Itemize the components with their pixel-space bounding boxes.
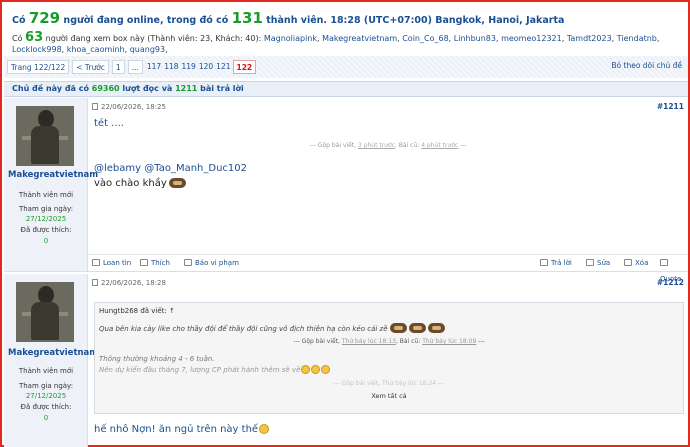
quote-merge-notice: --- Gộp bài viết, Thứ bảy lúc 18:24 --- [333,380,445,387]
prev-page-button[interactable]: < Trước [72,60,109,74]
viewer-link[interactable]: khoa_caominh [67,45,125,54]
viewer-link[interactable]: quang93 [130,45,165,54]
quote-line: Nên dự kiến đầu tháng 7, lượng CP phát h… [99,365,679,374]
smile-icon [321,365,331,374]
unfollow-thread-link[interactable]: Bỏ theo dõi chủ đề [611,61,682,70]
page-indicator: Trang 122/122 [7,60,70,74]
delete-button[interactable]: Xóa [624,255,648,271]
user-title: Thành viên mới [18,367,74,375]
join-date-label: Tham gia ngày: [18,382,74,390]
grin-icon [259,424,270,434]
thread-stats: Chủ đề này đã có 69360 lượt đọc và 1211 … [4,81,688,97]
post-1211: Makegreatvietnam Thành viên mới Tham gia… [4,98,688,283]
page-link[interactable]: 121 [215,60,231,74]
join-date: 27/12/2025 [25,215,67,223]
post-text: tét .... [94,118,124,129]
viewer-link[interactable]: Locklock998 [12,45,62,54]
post-text-line: hế nhô Nợn! ăn ngủ trên này thế [94,424,270,435]
likes-label: Đã được thích: [20,226,72,234]
page-jump-button[interactable]: ... [127,60,143,74]
warning-icon [184,259,192,266]
post-date: 22/06/2026, 18:25 [101,103,166,111]
likes-label: Đã được thích: [20,403,72,411]
viewer-link[interactable]: Linhbun83 [454,34,496,43]
viewer-link[interactable]: meomeo12321 [501,34,562,43]
emoticon-icon [389,323,407,333]
avatar[interactable] [16,106,74,166]
smile-icon [301,365,311,374]
likes-count: 0 [43,237,49,245]
quote-line: Thông thường khoảng 4 - 6 tuần. [99,355,215,363]
post-icon [92,279,98,286]
reply-icon [540,259,548,266]
current-page[interactable]: 122 [232,60,257,74]
thumbs-up-icon [140,259,148,266]
quote-merge-notice: --- Gộp bài viết, Thứ bảy lúc 18:13, Bài… [293,338,485,345]
report-button[interactable]: Báo vi phạm [184,255,239,271]
like-button[interactable]: Thích [140,255,170,271]
quote-block: Hungtb268 đã viết: ↑ Qua bên kia cày lik… [94,302,684,414]
viewer-link[interactable]: Tiendatnb [617,34,657,43]
page-link[interactable]: 118 [163,60,179,74]
merge-notice: --- Gộp bài viết, 3 phút trước, Bài cũ: … [309,142,467,149]
post-1212: Makegreatvietnam Thành viên mới Tham gia… [4,274,688,447]
post-header: 22/06/2026, 18:28 #1212 [92,276,684,290]
edit-button[interactable]: Sửa [586,255,610,271]
share-button[interactable]: Loan tin [92,255,131,271]
scissors-icon [586,259,594,266]
post-actions: Loan tin Thích Báo vi phạm Trả lời Sửa X… [88,254,688,283]
viewer-link[interactable]: Coin_Co_68 [402,34,448,43]
emoticon-icon [427,323,445,333]
see-all-link[interactable]: Xem tất cả [99,392,679,400]
quote-line: Qua bên kia cày like cho thầy đội để thầ… [99,323,679,333]
post-icon [92,103,98,110]
post-date: 22/06/2026, 18:28 [101,279,166,287]
user-info-panel: Makegreatvietnam Thành viên mới Tham gia… [4,98,98,271]
page-navigation: Trang 122/122 < Trước 1 ... 117 118 119 … [4,56,688,78]
quote-icon [660,259,668,266]
viewer-link[interactable]: Tamdt2023 [567,34,612,43]
page-link[interactable]: 120 [198,60,214,74]
post-text-line: vào chào khầy [94,178,186,189]
emoticon-icon [408,323,426,333]
post-number-link[interactable]: #1212 [657,276,684,290]
online-members-count: 131 [231,9,263,27]
speaker-icon [92,259,100,266]
join-date: 27/12/2025 [25,392,67,400]
join-date-label: Tham gia ngày: [18,205,74,213]
post-header: 22/06/2026, 18:25 #1211 [92,100,684,114]
emoticon-icon [168,178,186,188]
quote-author[interactable]: Hungtb268 đã viết: ↑ [99,307,679,315]
online-summary: Có 729 người đang online, trong đó có 13… [12,9,565,27]
online-panel: Có 729 người đang online, trong đó có 13… [4,4,688,65]
avatar[interactable] [16,282,74,342]
viewer-link[interactable]: Makegreatvietnam [322,34,397,43]
smile-icon [311,365,321,374]
viewer-link[interactable]: Magnoliapink [264,34,317,43]
likes-count: 0 [43,414,49,422]
user-info-panel: Makegreatvietnam Thành viên mới Tham gia… [4,274,98,447]
page-link[interactable]: 117 [146,60,162,74]
username-link[interactable]: Makegreatvietnam [8,348,98,358]
viewing-count: 63 [25,30,44,45]
username-link[interactable]: Makegreatvietnam [8,170,98,180]
page-link[interactable]: 1 [111,60,125,74]
reply-button[interactable]: Trả lời [540,255,572,271]
delete-icon [624,259,632,266]
post-number-link[interactable]: #1211 [657,100,684,114]
post-mentions: @lebamy @Tao_Manh_Duc102 [94,163,247,174]
user-title: Thành viên mới [18,191,74,199]
online-count: 729 [28,9,61,27]
page-link[interactable]: 119 [181,60,197,74]
